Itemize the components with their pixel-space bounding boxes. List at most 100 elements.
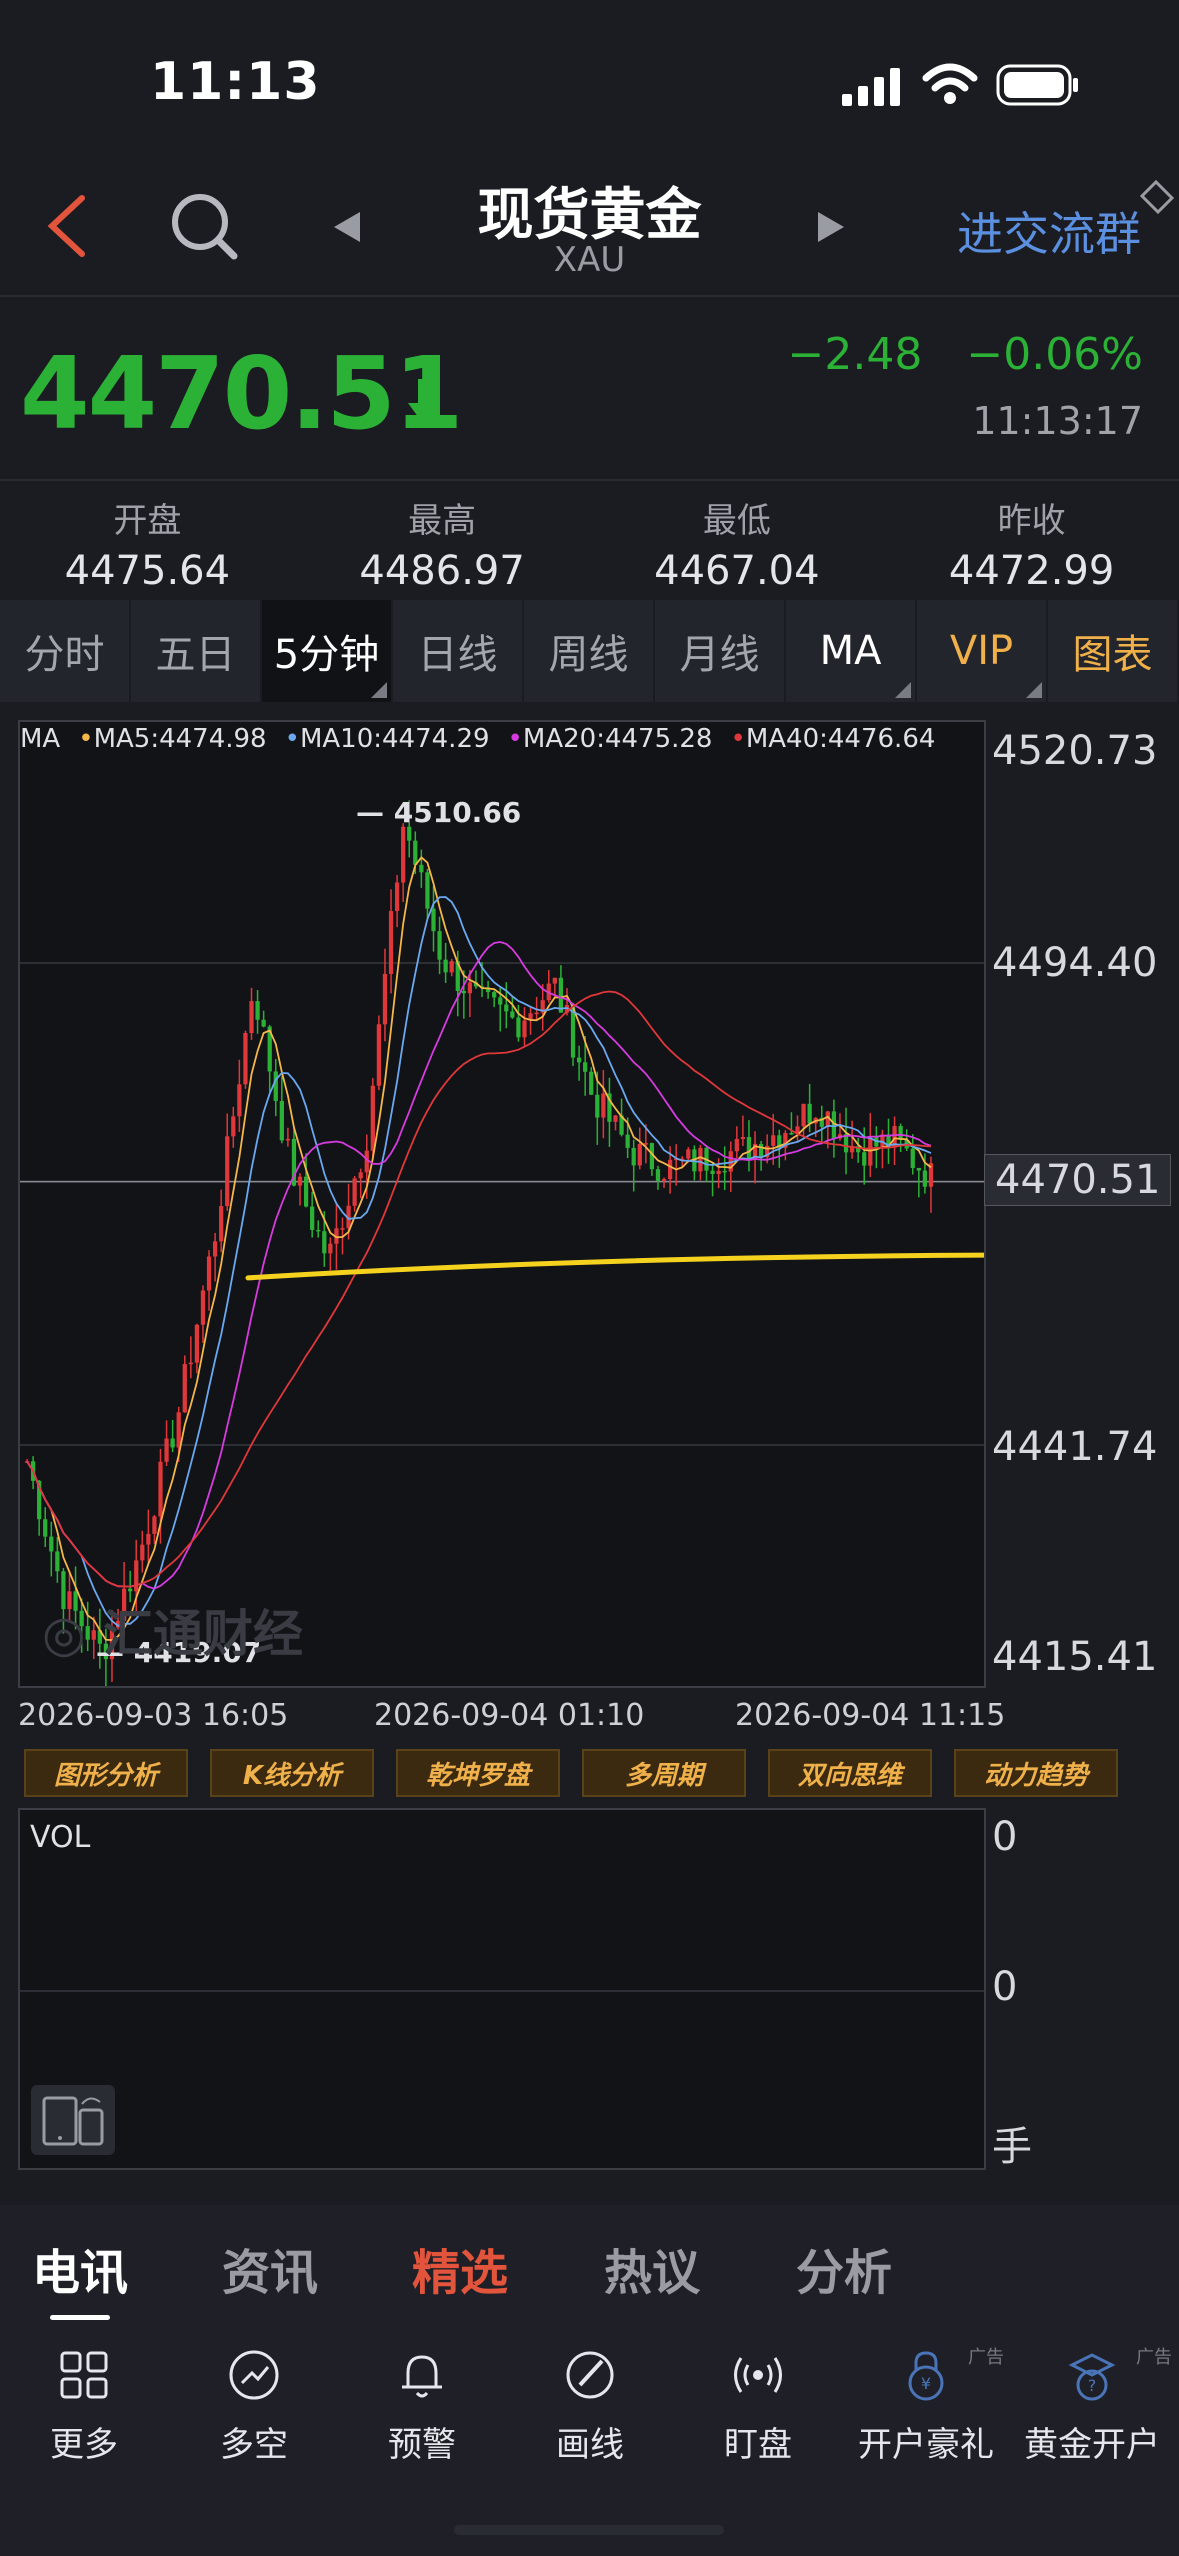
candle-body [128, 1588, 133, 1592]
ma10-legend: •MA10:4474.29 [284, 724, 490, 754]
candle-body [922, 1170, 928, 1187]
tab-ma[interactable]: MA [786, 600, 917, 702]
alert-button[interactable]: 预警 [352, 2325, 492, 2466]
tab-vip[interactable]: VIP [917, 600, 1048, 702]
candle-body [158, 1461, 163, 1517]
price-change: −2.48 −0.06% [788, 329, 1144, 380]
ohlc-low: 最低 4467.04 [590, 481, 885, 599]
y-tick-label: 4441.74 [992, 1424, 1158, 1470]
draw-line-label: 画线 [556, 2425, 624, 2465]
rotate-screen-icon[interactable] [30, 2084, 116, 2156]
y-tick-label: 4415.41 [992, 1634, 1158, 1680]
candle-body [437, 931, 442, 960]
candle-body [134, 1560, 139, 1592]
candle-body [146, 1533, 151, 1545]
candle-body [419, 864, 424, 873]
candlestick-chart[interactable] [18, 720, 1063, 1688]
candle-body [643, 1143, 648, 1145]
more-button[interactable]: 更多 [14, 2325, 154, 2466]
tab-ma-label: MA [819, 628, 882, 674]
candle-body [625, 1134, 630, 1148]
candle-body [510, 1011, 515, 1018]
candle-body [194, 1324, 200, 1363]
candle-body [552, 977, 557, 984]
candle-body [498, 997, 503, 1005]
tool-two-way[interactable]: 双向思维 [768, 1749, 932, 1797]
content-tabs: 电讯 资讯 精选 热议 分析 [0, 2205, 1179, 2325]
tab-chart-settings[interactable]: 图表 [1048, 600, 1179, 702]
candle-body [310, 1206, 315, 1230]
candle-body [200, 1290, 206, 1325]
candle-body [43, 1519, 48, 1537]
dropdown-corner-icon [371, 682, 387, 698]
home-indicator [454, 2525, 724, 2535]
ohlc-label: 最低 [702, 501, 771, 541]
next-instrument-icon[interactable] [816, 210, 846, 244]
candle-body [686, 1149, 691, 1159]
tab-daily[interactable]: 日线 [393, 600, 524, 702]
ma-label: MA [20, 724, 61, 754]
candle-body [261, 1019, 266, 1027]
tab-vip-label: VIP [949, 628, 1014, 674]
more-label: 更多 [50, 2425, 118, 2465]
ohlc-row: 开盘 4475.64 最高 4486.97 最低 4467.04 昨收 4472… [0, 481, 1179, 599]
tool-momentum[interactable]: 动力趋势 [954, 1749, 1118, 1797]
candle-body [176, 1412, 181, 1448]
candle-body [601, 1093, 606, 1118]
candle-body [734, 1139, 739, 1152]
join-group-button[interactable]: 进交流群 [957, 198, 1141, 264]
candle-body [771, 1135, 776, 1146]
gauge-icon [229, 2350, 279, 2400]
candle-body [273, 1071, 278, 1102]
quote-panel: 4470.51 −2.48 −0.06% 11:13:17 [0, 297, 1179, 481]
candle-body [316, 1229, 321, 1232]
watch-button[interactable]: 盯盘 [688, 2325, 828, 2466]
tab-analysis[interactable]: 分析 [796, 2233, 892, 2303]
tab-five-day[interactable]: 五日 [131, 600, 262, 702]
x-tick-label: 2026-09-03 16:05 [18, 1698, 289, 1733]
tab-weekly[interactable]: 周线 [524, 600, 655, 702]
high-marker: — 4510.66 [356, 796, 522, 829]
svg-text:¥: ¥ [921, 2374, 931, 2393]
tab-monthly[interactable]: 月线 [655, 600, 786, 702]
candle-body [916, 1167, 921, 1171]
candle-body [740, 1137, 746, 1140]
candle-body [576, 1057, 582, 1063]
candle-body [746, 1137, 752, 1160]
tab-discussion[interactable]: 热议 [604, 2233, 700, 2303]
candle-body [279, 1101, 284, 1141]
last-price: 4470.51 [20, 335, 463, 452]
draw-line-button[interactable]: 画线 [520, 2325, 660, 2466]
candle-body [667, 1159, 673, 1180]
candle-body [212, 1241, 218, 1257]
tab-intraday[interactable]: 分时 [0, 600, 131, 702]
tool-compass[interactable]: 乾坤罗盘 [396, 1749, 560, 1797]
ma20-legend: •MA20:4475.28 [507, 724, 713, 754]
tool-kline-analysis[interactable]: K线分析 [210, 1749, 374, 1797]
nav-header: 现货黄金 XAU 进交流群 [0, 150, 1179, 297]
tab-telegraph[interactable]: 电讯 [32, 2233, 128, 2303]
candle-body [522, 1020, 527, 1038]
y-tick-label: 4494.40 [992, 940, 1158, 986]
status-time: 11:13 [150, 52, 321, 112]
tab-5min[interactable]: 5分钟 [262, 600, 393, 702]
signal-icon [842, 68, 900, 106]
tool-graphic-analysis[interactable]: 图形分析 [24, 1749, 188, 1797]
volume-y-mid: 0 [992, 1964, 1018, 2010]
candle-body [328, 1243, 333, 1254]
candle-body [655, 1169, 661, 1181]
ohlc-value: 4475.64 [64, 548, 231, 594]
candle-body [164, 1438, 169, 1462]
draw-icon [566, 2351, 614, 2399]
candle-body [152, 1516, 157, 1534]
candle-body [188, 1362, 193, 1365]
candle-body [243, 1033, 248, 1085]
candle-body [492, 992, 497, 998]
tab-featured[interactable]: 精选 [412, 2233, 508, 2303]
candle-body [352, 1178, 357, 1206]
tool-multi-period[interactable]: 多周期 [582, 1749, 746, 1797]
candle-body [589, 1071, 594, 1095]
tab-news[interactable]: 资讯 [222, 2233, 318, 2303]
long-short-button[interactable]: 多空 [184, 2325, 324, 2466]
svg-text:?: ? [1088, 2376, 1097, 2395]
